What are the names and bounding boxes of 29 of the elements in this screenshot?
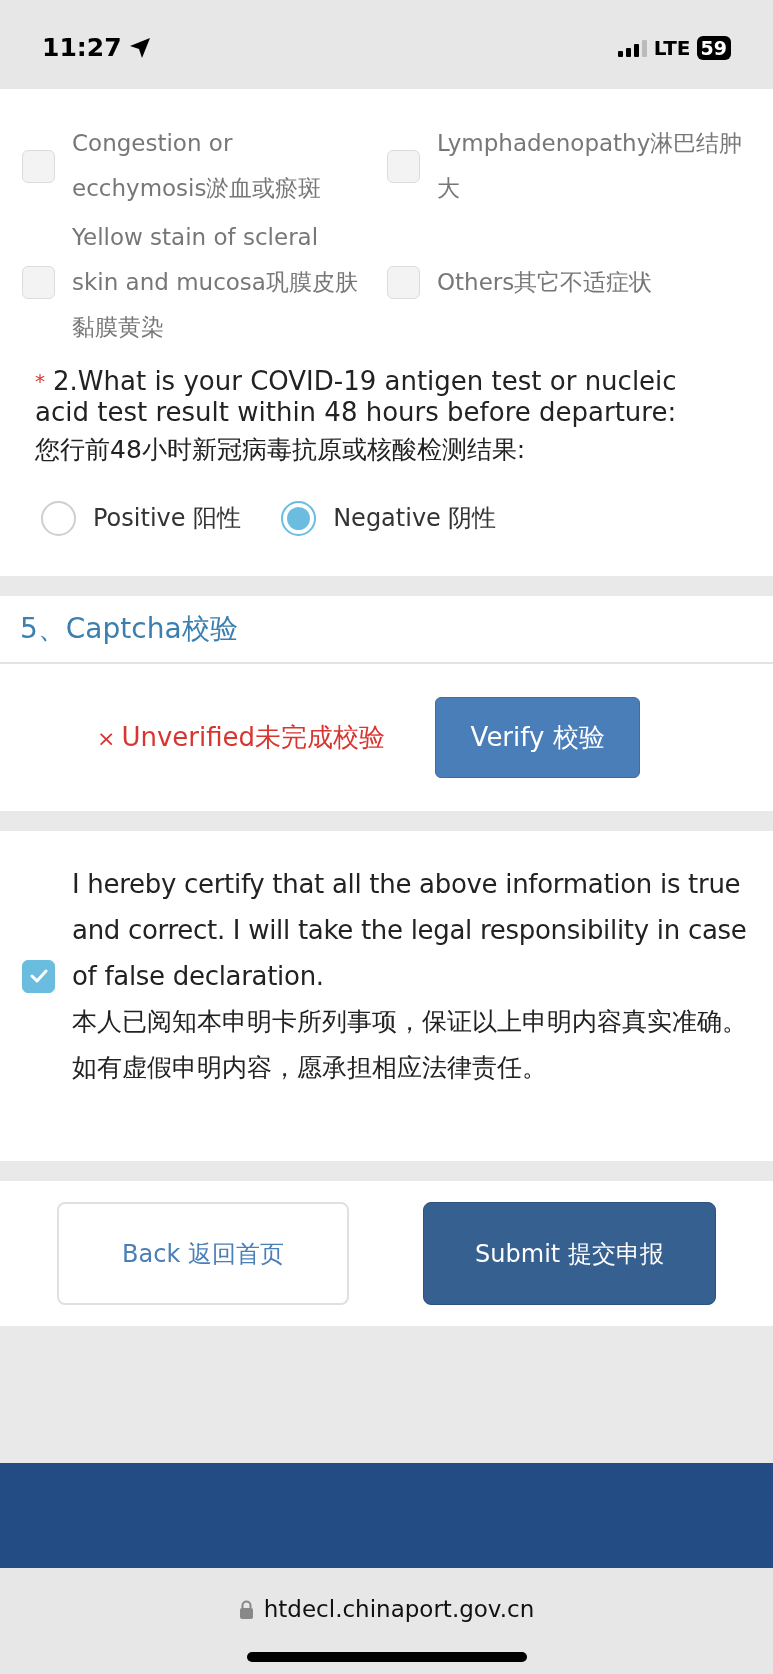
radio-label: Positive 阳性: [93, 503, 242, 534]
question-text: * 2.What is your COVID-19 antigen test or nucleic acid test result within 48 hours before departure:: [35, 366, 678, 428]
question-text-chinese: 您行前48小时新冠病毒抗原或核酸检测结果:: [35, 434, 527, 466]
checkbox[interactable]: [22, 959, 55, 993]
clock-time: 11:27: [42, 31, 122, 64]
symptom-label: Others其它不适症状: [437, 268, 653, 297]
signal-icon: [617, 38, 648, 57]
section-title: 5、Captcha校验: [20, 611, 238, 647]
battery-level: 59: [696, 35, 731, 60]
network-label: LTE: [653, 34, 691, 62]
checkbox[interactable]: [22, 266, 55, 299]
checkbox[interactable]: [387, 266, 420, 299]
verification-status: × Unverified未完成校验: [97, 721, 386, 754]
address-url: htdecl.chinaport.gov.cn: [263, 1595, 535, 1624]
radio-button[interactable]: [281, 500, 317, 536]
verify-button[interactable]: Verify 校验: [435, 697, 641, 778]
declaration-text-chinese: 本人已阅知本申明卡所列事项，保证以上申明内容真实准确。如有虚假申明内容，愿承担相应法律责任。: [72, 1006, 748, 1084]
checkbox[interactable]: [387, 149, 420, 183]
checkbox[interactable]: [22, 149, 55, 183]
symptom-label: Yellow stain of scleral skin and mucosa巩膜皮肤黏膜黄染: [72, 223, 359, 342]
radio-button[interactable]: [41, 500, 76, 536]
lock-icon: [238, 1599, 254, 1619]
submit-button[interactable]: Submit 提交申报: [423, 1202, 716, 1305]
declaration-text: I hereby certify that all the above information is true and correct. I will take the legal responsibility in case of false declaration.: [72, 868, 748, 993]
checkmark-icon: [29, 969, 48, 983]
back-button[interactable]: Back 返回首页: [57, 1202, 349, 1305]
symptom-label: Congestion or ecchymosis淤血或瘀斑: [72, 129, 323, 203]
radio-label: Negative 阴性: [333, 503, 497, 534]
symptom-label: Lymphadenopathy淋巴结肿大: [437, 129, 744, 203]
